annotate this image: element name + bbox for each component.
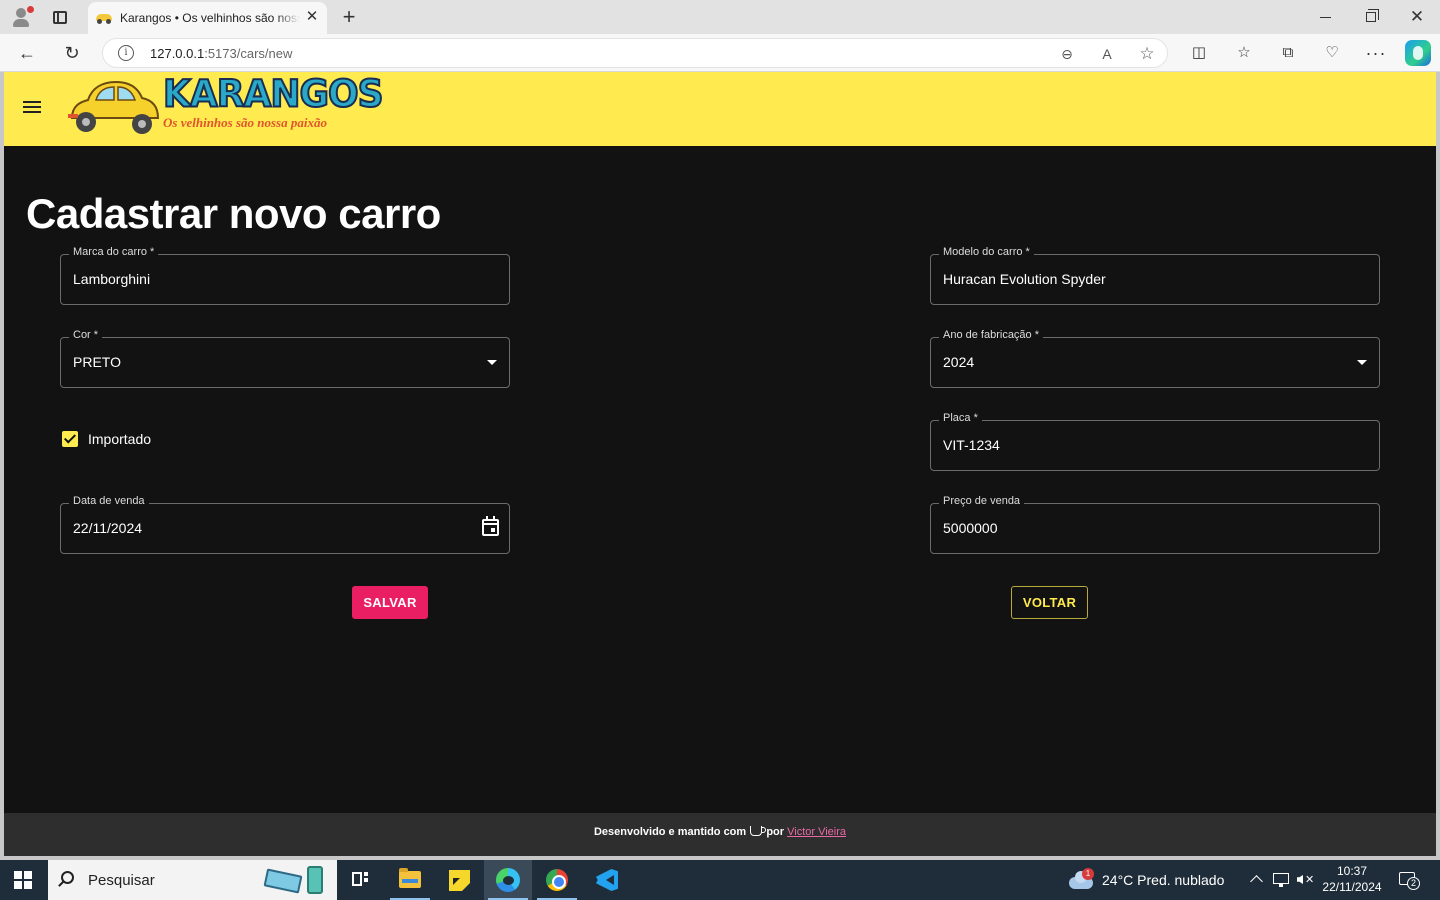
tab-title: Karangos • Os velhinhos são nossa paixão	[120, 11, 300, 25]
price-field[interactable]: Preço de venda 5000000	[930, 495, 1380, 554]
url-path: :5173/cars/new	[204, 46, 293, 61]
search-highlight-travel-icon	[261, 864, 331, 896]
car-favicon-icon	[96, 11, 112, 24]
windows-taskbar: Pesquisar 1 24°C Pred. nublado ✕ 10:37 2…	[0, 860, 1440, 900]
year-select-value: 2024	[943, 354, 975, 370]
browser-toolbar: ← ↻ i 127.0.0.1:5173/cars/new ⊖ A ☆ ◫ ☆ …	[0, 34, 1440, 72]
volume-muted-icon[interactable]: ✕	[1296, 870, 1314, 890]
color-select-value: PRETO	[73, 354, 121, 370]
year-select[interactable]: Ano de fabricação * 2024	[930, 329, 1380, 388]
sticky-notes-icon[interactable]	[435, 860, 483, 900]
page-title: Cadastrar novo carro	[26, 190, 441, 237]
model-field-label: Modelo do carro *	[939, 246, 1034, 258]
more-options-icon[interactable]: ···	[1364, 41, 1388, 65]
address-bar[interactable]: i 127.0.0.1:5173/cars/new ⊖ A ☆	[102, 38, 1168, 68]
new-tab-button[interactable]: +	[336, 4, 362, 29]
imported-checkbox[interactable]	[62, 431, 78, 447]
yellow-car-icon	[68, 80, 160, 134]
save-button[interactable]: SALVAR	[352, 586, 428, 619]
plate-field-label: Placa *	[939, 412, 982, 424]
tab-close-icon[interactable]: ✕	[303, 8, 321, 26]
footer-text: Desenvolvido e mantido com por Victor Vi…	[4, 826, 1436, 838]
copilot-icon[interactable]	[1405, 40, 1431, 66]
sale-date-field[interactable]: Data de venda 22/11/2024	[60, 495, 510, 554]
footer-text-before: Desenvolvido e mantido com	[593, 826, 747, 838]
url-host: 127.0.0.1	[150, 46, 205, 61]
author-link[interactable]: Victor Vieira	[787, 826, 846, 838]
taskbar-clock[interactable]: 10:37 22/11/2024	[1318, 863, 1386, 895]
color-select-label: Cor *	[69, 329, 103, 341]
brand-title: KARANGOS	[162, 72, 385, 117]
year-select-label: Ano de fabricação *	[939, 329, 1044, 341]
brand-field-label: Marca do carro *	[69, 246, 159, 258]
model-field[interactable]: Modelo do carro * Huracan Evolution Spyd…	[930, 246, 1380, 305]
network-icon[interactable]	[1271, 870, 1291, 890]
minimize-button[interactable]	[1312, 5, 1338, 29]
site-info-icon[interactable]: i	[118, 45, 134, 61]
zoom-icon[interactable]: ⊖	[1057, 44, 1077, 64]
brand-field-value[interactable]: Lamborghini	[73, 271, 150, 287]
file-explorer-icon[interactable]	[386, 860, 434, 900]
brand-slogan: Os velhinhos são nossa paixão	[163, 115, 327, 130]
price-field-value[interactable]: 5000000	[943, 520, 998, 536]
start-button[interactable]	[14, 871, 32, 889]
read-aloud-icon[interactable]: A	[1097, 44, 1117, 64]
taskbar-search-placeholder: Pesquisar	[88, 872, 155, 889]
vscode-icon[interactable]	[582, 860, 630, 900]
sale-date-field-value[interactable]: 22/11/2024	[73, 520, 142, 536]
task-view-button[interactable]	[337, 860, 385, 900]
model-field-value[interactable]: Huracan Evolution Spyder	[943, 271, 1106, 287]
taskbar-search[interactable]: Pesquisar	[48, 860, 337, 900]
collections-icon[interactable]: ⧉	[1276, 41, 1300, 65]
dropdown-arrow-icon[interactable]	[1357, 360, 1367, 365]
weather-text[interactable]: 24°C Pred. nublado	[1102, 872, 1224, 888]
favorite-star-icon[interactable]: ☆	[1137, 44, 1157, 64]
edge-icon[interactable]	[484, 860, 532, 900]
reload-button[interactable]: ↻	[59, 40, 85, 66]
weather-cloud-icon[interactable]: 1	[1069, 868, 1095, 890]
back-button-app[interactable]: VOLTAR	[1011, 586, 1088, 619]
notification-count: 2	[1407, 877, 1420, 890]
restore-button[interactable]	[1358, 5, 1384, 29]
favorites-icon[interactable]: ☆	[1232, 41, 1256, 65]
sale-date-field-label: Data de venda	[69, 495, 149, 507]
profile-icon[interactable]	[8, 5, 34, 29]
menu-icon[interactable]	[23, 100, 41, 114]
search-icon	[61, 871, 74, 884]
show-hidden-icons-chevron-icon[interactable]	[1249, 870, 1265, 890]
price-field-label: Preço de venda	[939, 495, 1025, 507]
plate-field-value[interactable]: VIT-1234	[943, 437, 1000, 453]
footer-text-after: por	[766, 826, 785, 838]
footer: Desenvolvido e mantido com por Victor Vi…	[4, 813, 1436, 856]
calendar-icon[interactable]	[482, 516, 499, 536]
notifications-icon[interactable]: 2	[1398, 870, 1420, 890]
color-select[interactable]: Cor * PRETO	[60, 329, 510, 388]
clock-date: 22/11/2024	[1322, 880, 1382, 894]
back-button[interactable]: ←	[14, 40, 40, 66]
browser-tab-bar: Karangos • Os velhinhos são nossa paixão…	[0, 0, 1440, 34]
plate-field[interactable]: Placa * VIT-1234	[930, 412, 1380, 471]
browser-tab-active[interactable]: Karangos • Os velhinhos são nossa paixão…	[88, 2, 327, 34]
browser-essentials-icon[interactable]: ♡	[1320, 41, 1344, 65]
dropdown-arrow-icon[interactable]	[487, 360, 497, 365]
chrome-icon[interactable]	[533, 860, 581, 900]
coffee-icon	[750, 826, 767, 836]
brand-field[interactable]: Marca do carro * Lamborghini	[60, 246, 510, 305]
split-screen-icon[interactable]: ◫	[1187, 41, 1211, 65]
clock-time: 10:37	[1336, 864, 1368, 878]
close-window-button[interactable]: ✕	[1404, 5, 1430, 29]
tab-actions-icon[interactable]	[47, 5, 73, 29]
app-header: KARANGOS Os velhinhos são nossa paixão	[4, 72, 1436, 146]
imported-checkbox-label[interactable]: Importado	[88, 431, 151, 447]
weather-badge: 1	[1082, 868, 1094, 880]
karangos-logo[interactable]: KARANGOS Os velhinhos são nossa paixão	[66, 72, 385, 138]
app-viewport: KARANGOS Os velhinhos são nossa paixão C…	[4, 72, 1436, 856]
url-text[interactable]: 127.0.0.1:5173/cars/new	[150, 46, 292, 61]
